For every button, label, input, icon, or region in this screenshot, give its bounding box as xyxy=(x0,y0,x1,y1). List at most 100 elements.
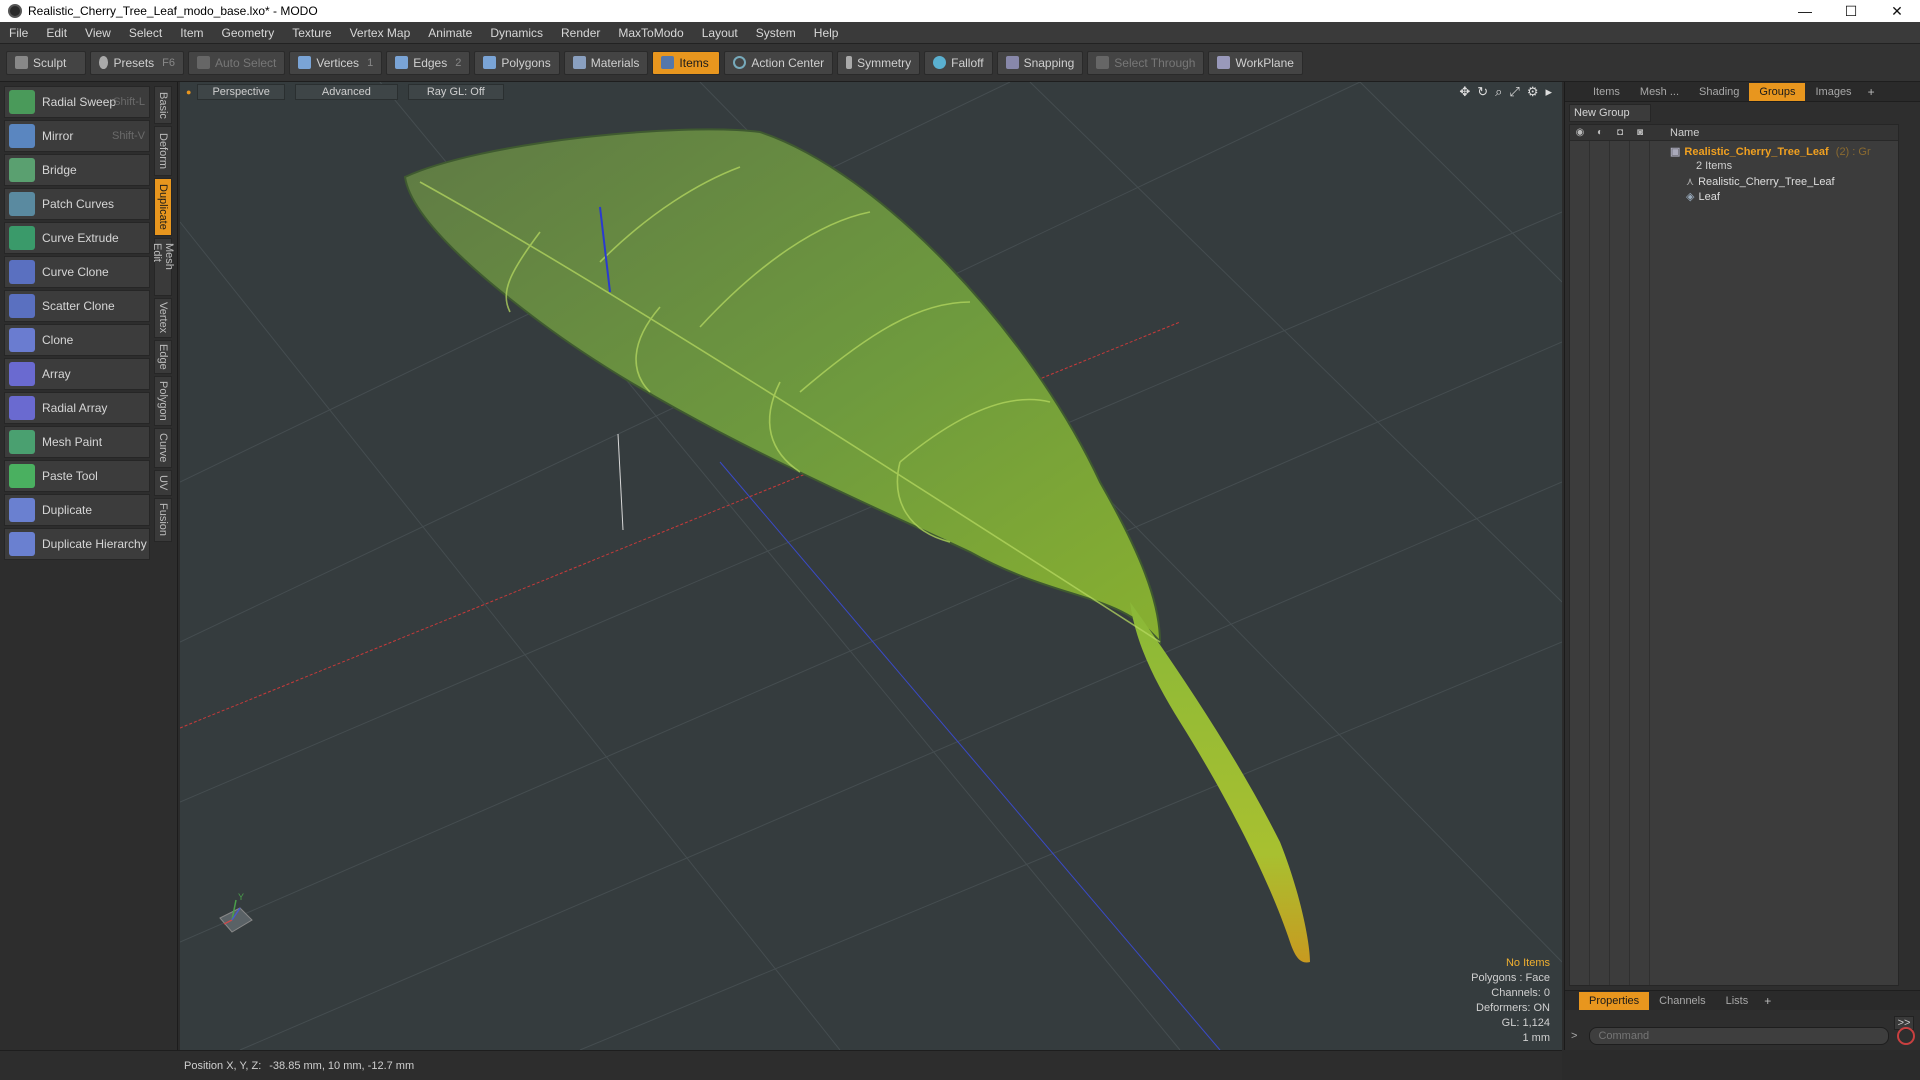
new-group-button[interactable]: New Group xyxy=(1569,104,1651,122)
rotate-icon[interactable]: ↻ xyxy=(1477,84,1488,100)
view-mode-button[interactable]: Perspective xyxy=(197,84,285,100)
maximize-button[interactable]: ☐ xyxy=(1828,0,1874,22)
tree-item-mesh[interactable]: ⋏ Realistic_Cherry_Tree_Leaf xyxy=(1686,175,1835,188)
pivot-white-handle[interactable] xyxy=(617,433,624,531)
zoom-icon[interactable]: ⌕ xyxy=(1495,84,1502,100)
menu-render[interactable]: Render xyxy=(552,22,609,44)
tab-polygon[interactable]: Polygon xyxy=(154,376,172,426)
tool-category-tabs: Basic Deform Duplicate Mesh Edit Vertex … xyxy=(151,86,175,544)
tab-uv[interactable]: UV xyxy=(154,470,172,496)
select-through-button[interactable]: Select Through xyxy=(1087,50,1205,75)
menu-geometry[interactable]: Geometry xyxy=(213,22,284,44)
presets-icon xyxy=(99,56,109,69)
menu-item[interactable]: Item xyxy=(171,22,212,44)
patch-curves-tool[interactable]: Patch Curves xyxy=(4,188,150,220)
menu-maxtomodo[interactable]: MaxToModo xyxy=(609,22,692,44)
menu-texture[interactable]: Texture xyxy=(283,22,340,44)
tab-mesh-edit[interactable]: Mesh Edit xyxy=(151,238,175,296)
menu-select[interactable]: Select xyxy=(120,22,171,44)
paste-tool[interactable]: Paste Tool xyxy=(4,460,150,492)
radial-array-tool[interactable]: Radial Array xyxy=(4,392,150,424)
viewport-settings-icon[interactable]: ⚙ xyxy=(1527,84,1539,100)
tab-vertex[interactable]: Vertex xyxy=(154,298,172,338)
axis-orientation-gizmo: Y xyxy=(219,892,253,933)
visibility-column-icon[interactable]: ◉ xyxy=(1570,127,1590,138)
menu-dynamics[interactable]: Dynamics xyxy=(481,22,552,44)
leaf-blade[interactable] xyxy=(403,128,1162,645)
3d-viewport[interactable]: Y ● Perspective Advanced Ray GL: Off ✥ ↻… xyxy=(180,82,1562,1050)
add-tab-button[interactable]: + xyxy=(1862,85,1881,99)
tab-shading[interactable]: Shading xyxy=(1689,83,1749,101)
action-center-icon xyxy=(733,56,747,69)
mirror-tool[interactable]: Mirror Shift-V xyxy=(4,120,150,152)
title-bar: Realistic_Cherry_Tree_Leaf_modo_base.lxo… xyxy=(0,0,1920,22)
symmetry-button[interactable]: Symmetry xyxy=(837,50,921,75)
sculpt-button[interactable]: Sculpt xyxy=(6,50,86,75)
tab-curve[interactable]: Curve xyxy=(154,428,172,468)
tab-groups[interactable]: Groups xyxy=(1749,82,1806,101)
group-count: 2 Items xyxy=(1696,160,1733,172)
menu-animate[interactable]: Animate xyxy=(419,22,481,44)
group-row[interactable]: ▣ Realistic_Cherry_Tree_Leaf (2) : Gr xyxy=(1670,145,1871,158)
command-stop-icon[interactable] xyxy=(1897,1027,1916,1045)
menu-system[interactable]: System xyxy=(747,22,805,44)
menu-layout[interactable]: Layout xyxy=(693,22,747,44)
tab-mesh[interactable]: Mesh ... xyxy=(1630,83,1689,101)
curve-extrude-tool[interactable]: Curve Extrude xyxy=(4,222,150,254)
edges-button[interactable]: Edges 2 xyxy=(386,50,471,75)
minimize-button[interactable]: — xyxy=(1782,0,1828,22)
tab-lists[interactable]: Lists xyxy=(1716,992,1759,1010)
shading-mode-button[interactable]: Advanced xyxy=(294,84,398,100)
snapping-button[interactable]: Snapping xyxy=(996,50,1084,75)
fit-icon[interactable]: ⤢ xyxy=(1509,84,1519,100)
viewport-menu-icon[interactable]: ● xyxy=(186,87,191,97)
clone-tool[interactable]: Clone xyxy=(4,324,150,356)
menu-help[interactable]: Help xyxy=(805,22,848,44)
tab-properties[interactable]: Properties xyxy=(1579,991,1650,1010)
tab-deform[interactable]: Deform xyxy=(154,126,172,176)
tab-edge[interactable]: Edge xyxy=(154,340,172,374)
raygl-button[interactable]: Ray GL: Off xyxy=(407,84,504,100)
duplicate-hierarchy-tool[interactable]: Duplicate Hierarchy xyxy=(4,528,150,560)
menu-file[interactable]: File xyxy=(0,22,37,44)
tab-fusion[interactable]: Fusion xyxy=(154,498,172,542)
array-icon xyxy=(9,362,35,386)
bridge-tool[interactable]: Bridge xyxy=(4,154,150,186)
command-input[interactable] xyxy=(1589,1027,1890,1045)
brush-icon xyxy=(15,56,28,69)
menu-view[interactable]: View xyxy=(76,22,120,44)
tab-items[interactable]: Items xyxy=(1583,83,1630,101)
render-column-icon[interactable]: ◐ xyxy=(1590,127,1610,138)
scatter-clone-icon xyxy=(9,294,35,318)
menu-vertex-map[interactable]: Vertex Map xyxy=(341,22,420,44)
select-column-icon[interactable]: ◙ xyxy=(1630,127,1650,138)
curve-clone-tool[interactable]: Curve Clone xyxy=(4,256,150,288)
leaf-stem[interactable] xyxy=(1130,602,1310,963)
close-button[interactable]: ✕ xyxy=(1874,0,1920,22)
name-column-header: Name xyxy=(1670,126,1700,139)
vertices-button[interactable]: Vertices 1 xyxy=(289,50,383,75)
tab-duplicate[interactable]: Duplicate xyxy=(154,178,172,236)
workplane-button[interactable]: WorkPlane xyxy=(1208,50,1303,75)
duplicate-tool[interactable]: Duplicate xyxy=(4,494,150,526)
auto-select-button[interactable]: Auto Select xyxy=(188,50,286,75)
polygons-button[interactable]: Polygons xyxy=(474,50,560,75)
menu-edit[interactable]: Edit xyxy=(37,22,76,44)
lock-column-icon[interactable]: ◘ xyxy=(1610,127,1630,138)
falloff-button[interactable]: Falloff xyxy=(924,50,993,75)
viewport-more-icon[interactable]: ▸ xyxy=(1545,84,1552,100)
materials-button[interactable]: Materials xyxy=(563,50,649,75)
tab-basic[interactable]: Basic xyxy=(154,86,172,124)
array-tool[interactable]: Array xyxy=(4,358,150,390)
radial-sweep-tool[interactable]: Radial Sweep Shift-L xyxy=(4,86,150,118)
presets-button[interactable]: Presets F6 xyxy=(90,50,184,75)
pan-icon[interactable]: ✥ xyxy=(1459,84,1470,100)
tab-images[interactable]: Images xyxy=(1805,83,1861,101)
tab-channels[interactable]: Channels xyxy=(1649,992,1715,1010)
mesh-paint-tool[interactable]: Mesh Paint xyxy=(4,426,150,458)
add-properties-tab-button[interactable]: + xyxy=(1758,994,1777,1008)
tree-item-leaf[interactable]: ◈ Leaf xyxy=(1686,190,1720,203)
items-button[interactable]: Items xyxy=(652,50,721,75)
scatter-clone-tool[interactable]: Scatter Clone xyxy=(4,290,150,322)
action-center-button[interactable]: Action Center xyxy=(724,50,834,75)
